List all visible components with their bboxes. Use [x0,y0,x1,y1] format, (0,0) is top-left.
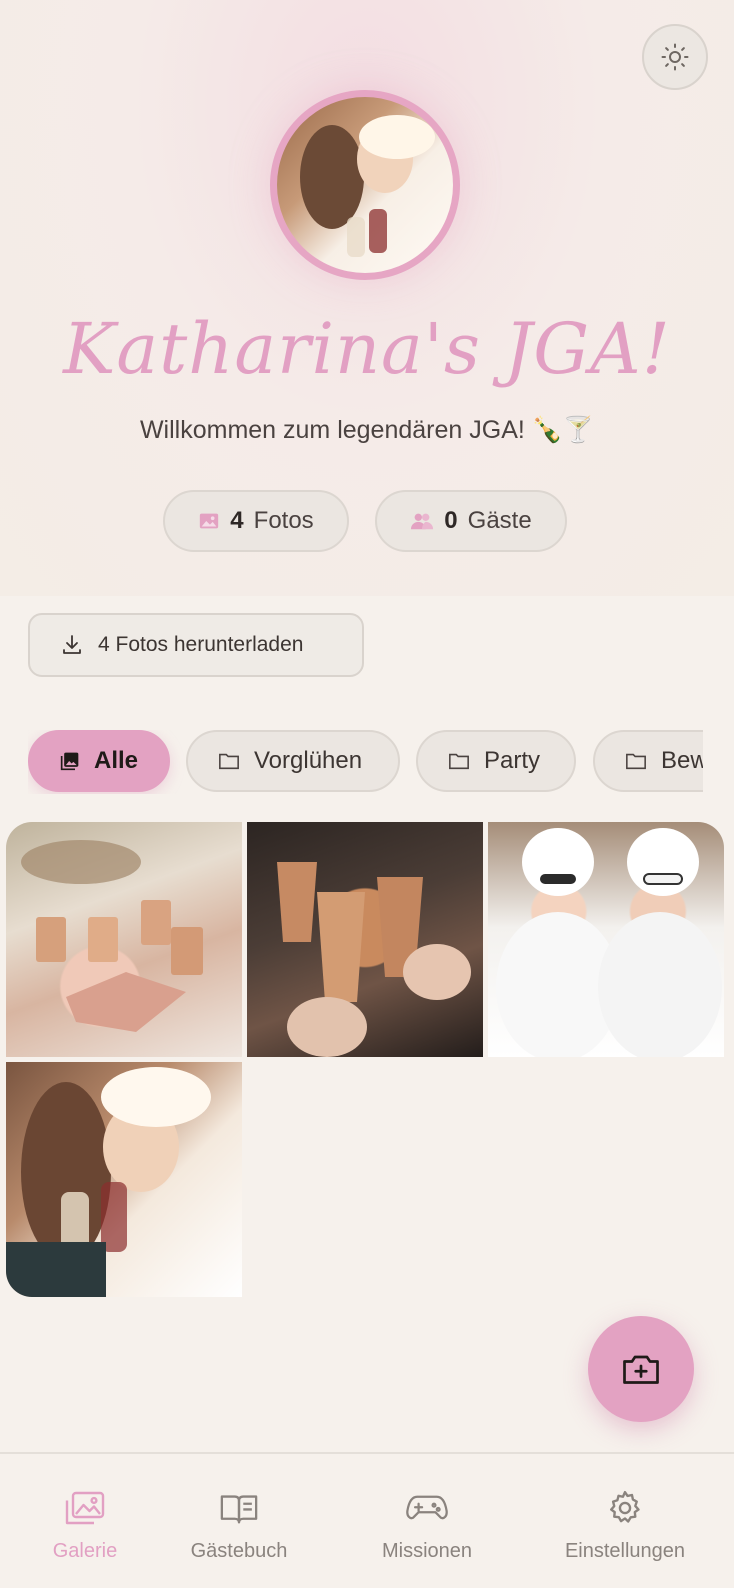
photo-tile[interactable] [488,822,724,1057]
photo-tile[interactable] [6,822,242,1057]
avatar-photo [277,97,453,273]
guest-count-badge: 0 Gäste [375,490,567,552]
book-icon [154,1484,324,1532]
nav-label: Missionen [381,1540,473,1562]
theme-toggle-button[interactable] [642,24,708,90]
nav-label: Einstellungen [564,1540,686,1562]
filter-chip-alle[interactable]: Alle [28,730,170,792]
download-icon [60,633,84,657]
nav-label: Gästebuch [190,1540,288,1562]
guest-count: 0 [444,507,458,534]
nav-item-missionen[interactable]: Missionen [342,1484,512,1563]
gear-icon [540,1484,710,1532]
profile-avatar [270,90,460,280]
image-icon [198,510,220,532]
filter-chip-party[interactable]: Party [416,730,576,792]
album-filter-bar: Alle Vorglühen Party Bew [28,730,703,794]
nav-item-gaestebuch[interactable]: Gästebuch [154,1484,324,1563]
photo-tile[interactable] [247,822,483,1057]
filter-chip-label: Party [484,747,541,774]
page-subtitle: Willkommen zum legendären JGA! 🍾🍸 [139,416,595,444]
camera-plus-icon [621,1351,661,1387]
gallery-icon [60,751,80,771]
folder-icon [448,751,470,771]
filter-chip-label: Alle [94,747,139,774]
filter-chip-bew[interactable]: Bew [593,730,703,792]
download-all-button[interactable]: 4 Fotos herunterladen [28,613,364,677]
sun-icon [660,42,690,72]
folder-icon [625,751,647,771]
download-label: 4 Fotos herunterladen [98,633,304,656]
add-photo-button[interactable] [588,1316,694,1422]
photo-tile[interactable] [6,1062,242,1297]
filter-chip-label: Bew [661,747,703,774]
users-icon [410,510,434,532]
gallery-icon [0,1484,170,1532]
photo-count: 4 [230,507,244,534]
folder-icon [218,751,240,771]
nav-label: Galerie [52,1540,118,1562]
filter-chip-vorgluehen[interactable]: Vorglühen [186,730,400,792]
guest-count-label: Gäste [467,507,532,534]
gamepad-icon [342,1484,512,1532]
photo-count-badge: 4 Fotos [163,490,349,552]
nav-item-einstellungen[interactable]: Einstellungen [540,1484,710,1563]
nav-item-galerie[interactable]: Galerie [0,1484,170,1563]
page-title: Katharina's JGA! [63,308,671,390]
bottom-navigation: Galerie Gästebuch Missionen Einstellunge… [0,1452,734,1588]
photo-count-label: Fotos [253,507,314,534]
filter-chip-label: Vorglühen [254,747,363,774]
